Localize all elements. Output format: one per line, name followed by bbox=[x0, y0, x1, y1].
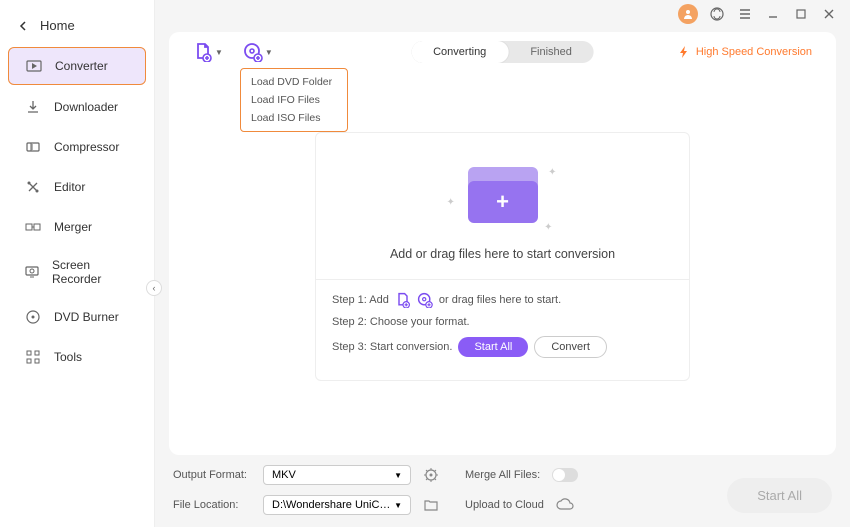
drop-label: Add or drag files here to start conversi… bbox=[390, 247, 615, 261]
step-3: Step 3: Start conversion. Start All Conv… bbox=[332, 336, 673, 358]
chevron-down-icon: ▼ bbox=[394, 501, 402, 510]
sidebar-item-label: Merger bbox=[54, 220, 92, 234]
sidebar-item-compressor[interactable]: Compressor bbox=[8, 129, 146, 165]
avatar-icon[interactable] bbox=[678, 4, 698, 24]
add-icon: + bbox=[468, 181, 538, 223]
merger-icon bbox=[24, 218, 42, 236]
start-all-main-button[interactable]: Start All bbox=[727, 478, 832, 513]
sidebar-item-converter[interactable]: Converter bbox=[8, 47, 146, 85]
sidebar-item-screen-recorder[interactable]: Screen Recorder bbox=[8, 249, 146, 295]
add-file-icon bbox=[193, 42, 213, 62]
convert-button[interactable]: Convert bbox=[534, 336, 607, 358]
step-2: Step 2: Choose your format. bbox=[332, 316, 673, 328]
add-disc-dropdown: Load DVD Folder Load IFO Files Load ISO … bbox=[240, 68, 348, 132]
titlebar bbox=[155, 0, 850, 28]
steps-panel: Step 1: Add or drag files here to start.… bbox=[316, 279, 689, 366]
hsc-label: High Speed Conversion bbox=[696, 46, 812, 58]
tab-finished[interactable]: Finished bbox=[508, 41, 594, 63]
step-1: Step 1: Add or drag files here to start. bbox=[332, 292, 673, 308]
sidebar-item-downloader[interactable]: Downloader bbox=[8, 89, 146, 125]
compressor-icon bbox=[24, 138, 42, 156]
sidebar-header: Home bbox=[0, 8, 154, 45]
toolbar-left: ▼ ▼ bbox=[187, 42, 273, 62]
maximize-icon[interactable] bbox=[792, 5, 810, 23]
file-location-label: File Location: bbox=[173, 499, 251, 511]
converter-icon bbox=[25, 57, 43, 75]
cloud-icon[interactable] bbox=[556, 498, 574, 512]
sidebar: Home Converter Downloader Compressor Edi… bbox=[0, 0, 155, 527]
chevron-down-icon: ▼ bbox=[215, 48, 223, 57]
lightning-icon bbox=[678, 45, 690, 59]
file-location-select[interactable]: D:\Wondershare UniConverter 1 ▼ bbox=[263, 495, 411, 515]
sidebar-item-label: Compressor bbox=[54, 140, 119, 154]
tab-converting[interactable]: Converting bbox=[411, 41, 508, 63]
dropdown-item-ifo[interactable]: Load IFO Files bbox=[241, 91, 347, 109]
screen-recorder-icon bbox=[24, 263, 40, 281]
merge-toggle[interactable] bbox=[552, 468, 578, 482]
settings-icon[interactable] bbox=[423, 467, 439, 483]
upload-cloud-label: Upload to Cloud bbox=[465, 499, 544, 511]
add-file-button[interactable]: ▼ bbox=[193, 42, 223, 62]
sidebar-item-label: Tools bbox=[54, 350, 82, 364]
dvd-burner-icon bbox=[24, 308, 42, 326]
sidebar-item-label: Downloader bbox=[54, 100, 118, 114]
sidebar-item-merger[interactable]: Merger bbox=[8, 209, 146, 245]
minimize-icon[interactable] bbox=[764, 5, 782, 23]
output-format-label: Output Format: bbox=[173, 469, 251, 481]
output-format-select[interactable]: MKV ▼ bbox=[263, 465, 411, 485]
close-icon[interactable] bbox=[820, 5, 838, 23]
dropdown-item-dvd-folder[interactable]: Load DVD Folder bbox=[241, 73, 347, 91]
chevron-down-icon: ▼ bbox=[265, 48, 273, 57]
sidebar-item-dvd-burner[interactable]: DVD Burner bbox=[8, 299, 146, 335]
home-label: Home bbox=[40, 18, 75, 33]
sidebar-item-label: Editor bbox=[54, 180, 85, 194]
tab-segment: Converting Finished bbox=[411, 41, 594, 63]
editor-icon bbox=[24, 178, 42, 196]
back-button[interactable] bbox=[18, 21, 28, 31]
drop-panel[interactable]: ✦ ✦ ✦ + Add or drag files here to start … bbox=[315, 132, 690, 381]
support-icon[interactable] bbox=[708, 5, 726, 23]
dropdown-item-iso[interactable]: Load ISO Files bbox=[241, 109, 347, 127]
add-disc-button[interactable]: ▼ bbox=[243, 42, 273, 62]
start-all-button[interactable]: Start All bbox=[458, 337, 528, 357]
sidebar-item-label: DVD Burner bbox=[54, 310, 119, 324]
chevron-down-icon: ▼ bbox=[394, 471, 402, 480]
merge-label: Merge All Files: bbox=[465, 469, 540, 481]
add-file-icon bbox=[395, 292, 411, 308]
add-disc-icon bbox=[243, 42, 263, 62]
downloader-icon bbox=[24, 98, 42, 116]
tools-icon bbox=[24, 348, 42, 366]
toolbar: ▼ ▼ Converting Finished High Speed Conve… bbox=[187, 42, 818, 62]
folder-illustration: ✦ ✦ ✦ + bbox=[453, 157, 553, 233]
sidebar-collapse-handle[interactable]: ‹ bbox=[146, 280, 162, 296]
sidebar-item-label: Screen Recorder bbox=[52, 258, 130, 286]
high-speed-conversion-button[interactable]: High Speed Conversion bbox=[678, 45, 818, 59]
open-folder-icon[interactable] bbox=[423, 497, 439, 513]
add-disc-icon bbox=[417, 292, 433, 308]
sidebar-item-editor[interactable]: Editor bbox=[8, 169, 146, 205]
main-area: ▼ ▼ Converting Finished High Speed Conve… bbox=[155, 0, 850, 527]
sidebar-item-label: Converter bbox=[55, 59, 108, 73]
menu-icon[interactable] bbox=[736, 5, 754, 23]
sidebar-item-tools[interactable]: Tools bbox=[8, 339, 146, 375]
